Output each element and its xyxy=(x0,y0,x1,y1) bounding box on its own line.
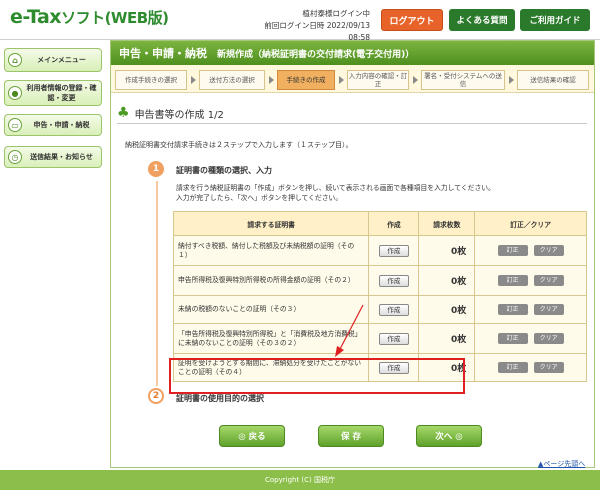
sidebar: ⌂ メインメニュー ● 利用者情報の登録・確認・変更 ▭ 申告・申請・納税 ◷ … xyxy=(0,40,106,468)
sidebar-item-filing[interactable]: ▭ 申告・申請・納税 xyxy=(4,114,102,136)
clear-button[interactable]: クリア xyxy=(533,304,564,315)
col-header-certificate: 請求する証明書 xyxy=(172,211,370,236)
step2-heading: 証明書の使用目的の選択 xyxy=(176,394,264,403)
create-button[interactable]: 作成 xyxy=(378,274,409,287)
edit-button[interactable]: 訂正 xyxy=(497,362,528,373)
house-icon: ⌂ xyxy=(8,53,22,67)
page-subtitle: 新規作成（納税証明書の交付請求(電子交付用)） xyxy=(217,49,415,60)
header: e-Taxソフト(WEB版) 植村泰様ログイン中 前回ログイン日時 2022/0… xyxy=(0,0,600,42)
document-icon: ▭ xyxy=(8,118,22,132)
table-row: 未納の税額のないことの証明（その３） 作成 0枚 訂正 クリア xyxy=(172,295,587,324)
col-header-edit-clear: 訂正／クリア xyxy=(474,211,587,236)
sidebar-item-results[interactable]: ◷ 送信結果・お知らせ xyxy=(4,146,102,168)
edit-button[interactable]: 訂正 xyxy=(497,245,528,256)
clear-button[interactable]: クリア xyxy=(533,333,564,344)
main-panel: 申告・申請・納税 新規作成（納税証明書の交付請求(電子交付用)） 作成手続きの選… xyxy=(110,40,595,468)
step-connector-line xyxy=(156,181,158,386)
section-divider xyxy=(117,123,587,124)
clock-icon: ◷ xyxy=(8,150,22,164)
sidebar-item-user-info[interactable]: ● 利用者情報の登録・確認・変更 xyxy=(4,80,102,106)
clear-button[interactable]: クリア xyxy=(533,362,564,373)
page-title: 申告・申請・納税 xyxy=(119,47,207,60)
certificate-name: 申告所得税及復興特別所得税の所得金額の証明（その２） xyxy=(172,265,370,296)
step2-number: 2 xyxy=(148,388,164,404)
step-create-procedure: 手続きの作成 xyxy=(277,70,335,90)
step1-number: 1 xyxy=(148,161,164,177)
certificate-count: 0枚 xyxy=(418,323,476,354)
step-arrow-icon xyxy=(339,76,344,84)
step-arrow-icon xyxy=(269,76,274,84)
user-name: 植村泰様ログイン中 xyxy=(302,9,371,18)
step-select-procedure: 作成手続きの選択 xyxy=(115,70,187,90)
step-sign-send: 署名・受付システムへの送信 xyxy=(421,70,505,90)
save-button[interactable]: 保 存 xyxy=(318,425,384,447)
next-button[interactable]: 次へ ◎ xyxy=(416,425,482,447)
create-button[interactable]: 作成 xyxy=(378,332,409,345)
table-row: 「申告所得税及復興特別所得税」と「消費税及地方消費税」に未納のないことの証明（そ… xyxy=(172,323,587,354)
step-confirm-input: 入力内容の確認・訂正 xyxy=(347,70,409,90)
etax-logo[interactable]: e-Taxソフト(WEB版) xyxy=(10,6,169,28)
edit-button[interactable]: 訂正 xyxy=(497,333,528,344)
highlight-box xyxy=(169,358,465,394)
col-header-count: 請求枚数 xyxy=(418,211,476,236)
page-title-bar: 申告・申請・納税 新規作成（納税証明書の交付請求(電子交付用)） xyxy=(111,41,594,65)
last-login-label: 前回ログイン日時 xyxy=(264,21,325,30)
last-login-value: 2022/09/13 08:58 xyxy=(326,21,370,42)
sidebar-item-main-menu[interactable]: ⌂ メインメニュー xyxy=(4,48,102,72)
user-info: 植村泰様ログイン中 前回ログイン日時 2022/09/13 08:58 xyxy=(260,8,370,44)
clear-button[interactable]: クリア xyxy=(533,245,564,256)
description-text: 納税証明書交付請求手続きは２ステップで入力します（１ステップ目）。 xyxy=(125,141,353,149)
edit-button[interactable]: 訂正 xyxy=(497,275,528,286)
back-button[interactable]: ◎ 戻る xyxy=(219,425,285,447)
table-row: 申告所得税及復興特別所得税の所得金額の証明（その２） 作成 0枚 訂正 クリア xyxy=(172,265,587,296)
step-arrow-icon xyxy=(191,76,196,84)
certificate-count: 0枚 xyxy=(418,295,476,324)
certificate-count: 0枚 xyxy=(418,265,476,296)
certificate-table: 請求する証明書 作成 請求枚数 訂正／クリア 納付すべき税額、納付した税額及び未… xyxy=(172,211,587,382)
step-progress: 作成手続きの選択 送付方法の選択 手続きの作成 入力内容の確認・訂正 署名・受付… xyxy=(111,65,594,93)
person-icon: ● xyxy=(8,86,22,100)
create-button[interactable]: 作成 xyxy=(378,244,409,257)
col-header-create: 作成 xyxy=(368,211,420,236)
step1-heading: 証明書の種類の選択、入力 xyxy=(176,166,272,175)
table-row: 納付すべき税額、納付した税額及び未納税額の証明（その１） 作成 0枚 訂正 クリア xyxy=(172,235,587,266)
step-arrow-icon xyxy=(413,76,418,84)
page-top-link[interactable]: ▲ページ先頭へ xyxy=(538,459,585,469)
logout-button[interactable]: ログアウト xyxy=(381,9,443,31)
footer: Copyright (C) 国税庁 xyxy=(0,470,600,490)
step-check-result: 送信結果の確認 xyxy=(517,70,589,90)
guide-button[interactable]: ご利用ガイド xyxy=(520,9,590,31)
step1-instructions: 請求を行う納税証明書の「作成」ボタンを押し、続いて表示される画面で各種項目を入力… xyxy=(176,184,495,202)
create-button[interactable]: 作成 xyxy=(378,303,409,316)
step-select-delivery: 送付方法の選択 xyxy=(199,70,265,90)
annotation-arrow-icon xyxy=(335,304,364,357)
section-title: ♣ 申告書等の作成 1/2 xyxy=(117,105,224,121)
faq-button[interactable]: よくある質問 xyxy=(449,9,515,31)
certificate-name: 納付すべき税額、納付した税額及び未納税額の証明（その１） xyxy=(172,235,370,266)
certificate-count: 0枚 xyxy=(418,235,476,266)
edit-button[interactable]: 訂正 xyxy=(497,304,528,315)
step-arrow-icon xyxy=(509,76,514,84)
clear-button[interactable]: クリア xyxy=(533,275,564,286)
clover-icon: ♣ xyxy=(117,105,130,121)
